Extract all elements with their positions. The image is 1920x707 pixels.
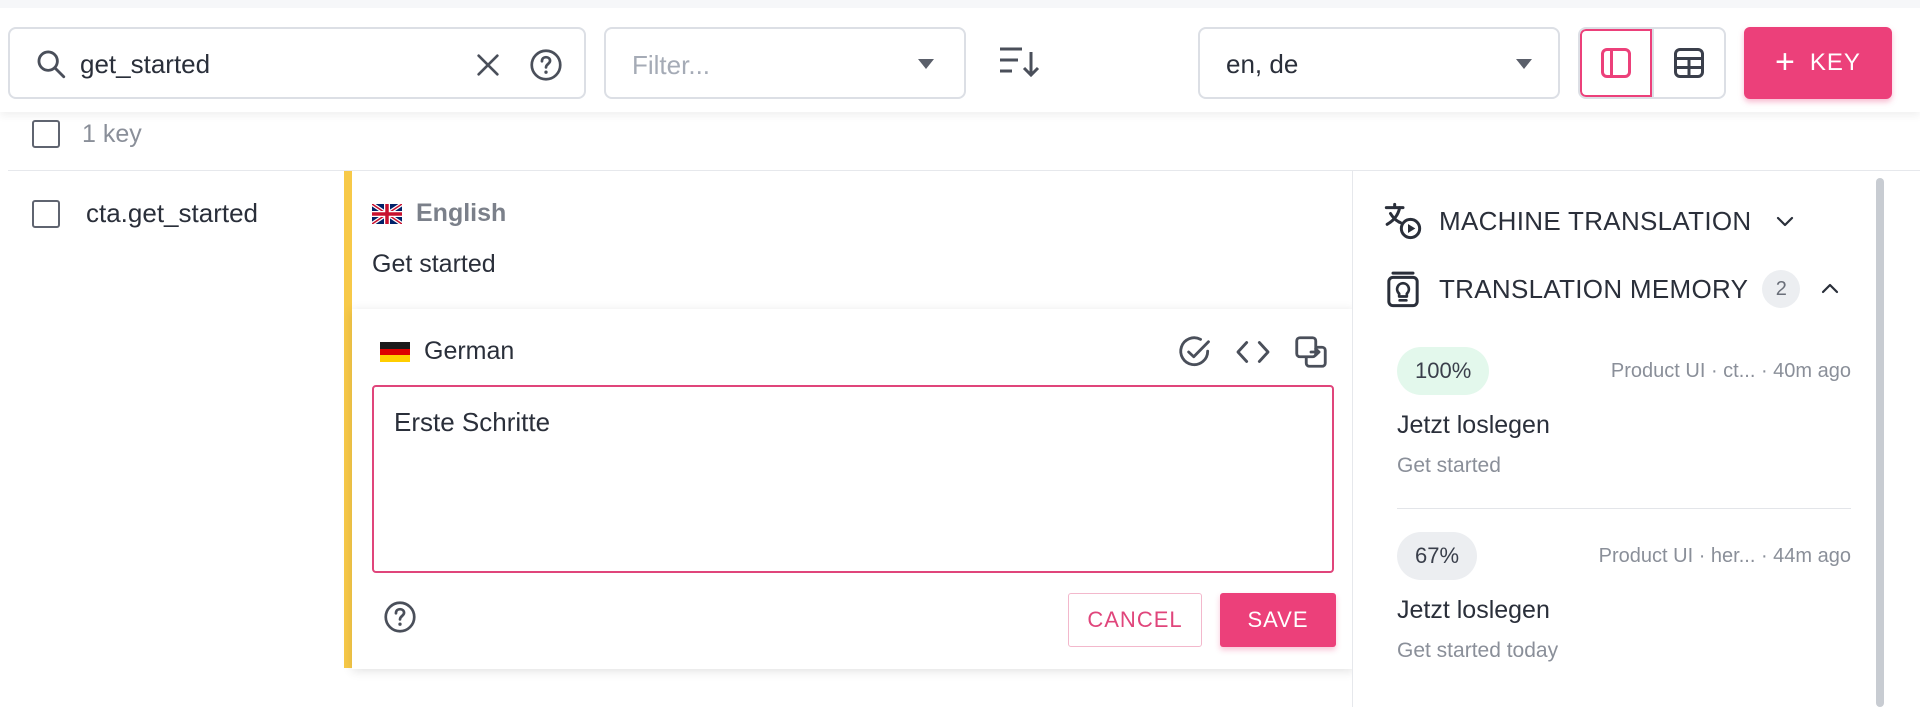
table-view-button[interactable] bbox=[1652, 29, 1724, 97]
help-icon[interactable] bbox=[528, 47, 564, 83]
memory-item-meta: 100% Product UI · ct... · 40m ago bbox=[1397, 347, 1851, 395]
translation-memory-title: TRANSLATION MEMORY bbox=[1439, 273, 1749, 304]
editing-indicator-bar bbox=[344, 171, 352, 668]
cancel-button[interactable]: CANCEL bbox=[1068, 593, 1202, 647]
memory-target-text: Jetzt loslegen bbox=[1397, 596, 1550, 624]
english-translation[interactable]: English Get started bbox=[372, 199, 506, 279]
match-percent-badge: 100% bbox=[1397, 347, 1490, 395]
sort-icon[interactable] bbox=[998, 44, 1040, 80]
german-translation-textarea[interactable]: Erste Schritte bbox=[372, 385, 1334, 573]
copy-source-icon[interactable] bbox=[1292, 333, 1330, 371]
search-value[interactable]: get_started bbox=[80, 49, 210, 80]
memory-item[interactable]: 100% Product UI · ct... · 40m ago Jetzt … bbox=[1397, 347, 1851, 478]
caret-down-icon bbox=[1516, 59, 1532, 69]
search-input[interactable]: get_started bbox=[8, 27, 586, 99]
help-icon[interactable] bbox=[382, 599, 418, 635]
match-percent-badge: 67% bbox=[1397, 532, 1478, 580]
memory-item[interactable]: 67% Product UI · her... · 44m ago Jetzt … bbox=[1397, 532, 1851, 663]
sidebar-layout-icon bbox=[1601, 48, 1632, 78]
english-language-label: English bbox=[372, 199, 506, 228]
code-icon[interactable] bbox=[1234, 333, 1272, 371]
memory-original-text: Get started today bbox=[1397, 639, 1559, 662]
translations-panel: English Get started German Erste Schritt… bbox=[344, 171, 1354, 671]
chevron-up-icon bbox=[1822, 283, 1839, 294]
select-all-row: 1 key bbox=[32, 118, 142, 150]
translation-memory-icon bbox=[1387, 271, 1419, 308]
view-toggle bbox=[1578, 27, 1726, 99]
uk-flag-icon bbox=[372, 203, 402, 224]
memory-source: Product UI · ct... · 40m ago bbox=[1610, 359, 1851, 382]
machine-translation-title: MACHINE TRANSLATION bbox=[1439, 205, 1752, 236]
list-view-button[interactable] bbox=[1580, 29, 1653, 97]
filter-select[interactable]: Filter... bbox=[604, 27, 966, 99]
key-name[interactable]: cta.get_started bbox=[86, 198, 258, 229]
search-icon bbox=[37, 50, 66, 79]
key-count: 1 key bbox=[82, 119, 142, 148]
memory-item-meta: 67% Product UI · her... · 44m ago bbox=[1397, 532, 1851, 580]
filter-placeholder: Filter... bbox=[632, 50, 711, 80]
side-panel-scrollbar[interactable] bbox=[1876, 178, 1884, 707]
save-button[interactable]: SAVE bbox=[1220, 593, 1336, 647]
german-language-label: German bbox=[380, 337, 514, 366]
memory-divider bbox=[1397, 508, 1851, 509]
memory-target-text: Jetzt loslegen bbox=[1397, 411, 1550, 439]
key-row: cta.get_started bbox=[32, 198, 258, 229]
languages-select[interactable]: en, de bbox=[1198, 27, 1560, 99]
add-key-label: KEY bbox=[1809, 49, 1861, 76]
plus-icon: + bbox=[1775, 42, 1796, 81]
editor-actions bbox=[1176, 333, 1330, 371]
caret-down-icon bbox=[918, 59, 934, 69]
german-editor-card: German Erste Schritte CANCEL SAVE bbox=[352, 309, 1354, 669]
select-all-checkbox[interactable] bbox=[32, 120, 60, 148]
tools-side-panel: MACHINE TRANSLATION TRANSLATION MEMORY 2… bbox=[1352, 171, 1920, 707]
toolbar-top-strip bbox=[0, 0, 1920, 8]
languages-value: en, de bbox=[1226, 49, 1299, 79]
german-flag-icon bbox=[380, 341, 410, 362]
translation-memory-count-badge: 2 bbox=[1762, 270, 1801, 308]
chevron-down-icon bbox=[1777, 216, 1794, 227]
english-text: Get started bbox=[372, 250, 496, 278]
toolbar: get_started Filter... en, de + KEY bbox=[0, 0, 1920, 112]
table-grid-icon bbox=[1674, 48, 1705, 78]
memory-source: Product UI · her... · 44m ago bbox=[1598, 544, 1851, 567]
english-language-name: English bbox=[416, 199, 507, 227]
german-language-name: German bbox=[424, 337, 515, 365]
add-key-button[interactable]: + KEY bbox=[1744, 27, 1892, 99]
machine-translation-header[interactable]: MACHINE TRANSLATION bbox=[1383, 201, 1797, 241]
translation-memory-header[interactable]: TRANSLATION MEMORY 2 bbox=[1383, 269, 1842, 309]
close-icon[interactable] bbox=[472, 49, 504, 81]
translate-icon bbox=[1384, 202, 1422, 240]
check-circle-icon[interactable] bbox=[1176, 333, 1214, 371]
key-checkbox[interactable] bbox=[32, 199, 60, 228]
memory-original-text: Get started bbox=[1397, 454, 1501, 477]
